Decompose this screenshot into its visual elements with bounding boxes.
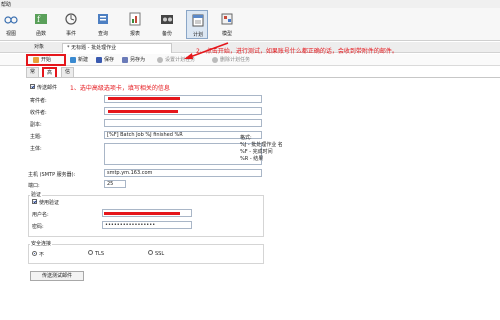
security-group-title: 安全连接: [30, 240, 53, 247]
host-label: 主机 (SMTP 服务器):: [28, 172, 76, 178]
password-label: 密码:: [32, 224, 44, 230]
username-label: 用户名:: [32, 212, 49, 218]
tab-advanced[interactable]: 高级: [42, 67, 58, 85]
send-email-checkbox[interactable]: 传送邮件: [30, 84, 57, 91]
annotation-step2: 2、点击开始，进行测试，如果账号什么都正确的话，会收到带附件的邮件。: [196, 48, 398, 55]
tab-general[interactable]: 常规: [26, 67, 40, 84]
format-line: %R - 结果: [240, 156, 264, 162]
security-ssl-radio[interactable]: SSL: [148, 250, 164, 257]
format-line: %F - 完成时间: [240, 149, 273, 155]
format-title: 格式:: [240, 135, 252, 141]
security-tls-radio[interactable]: TLS: [88, 250, 104, 257]
advanced-panel: 传送邮件 1、选中高级选项卡，填写相关的信息 寄件者: 收件者: 副本: 主题:…: [26, 77, 500, 320]
security-group: [28, 244, 264, 264]
annotation-step1: 1、选中高级选项卡，填写相关的信息: [70, 85, 170, 92]
checkbox-icon: [32, 199, 37, 204]
password-input[interactable]: •••••••••••••••••: [102, 221, 192, 229]
subject-input[interactable]: [%F] Batch Job %J finished %R: [104, 131, 262, 139]
host-input[interactable]: smtp.ym.163.com: [104, 169, 262, 177]
redaction-mark: [104, 212, 180, 215]
radio-icon: [148, 250, 153, 255]
redaction-mark: [108, 97, 180, 100]
use-auth-checkbox[interactable]: 使用验证: [32, 199, 59, 206]
send-test-email-button[interactable]: 传送测试邮件: [30, 271, 84, 281]
port-label: 端口:: [28, 183, 40, 189]
auth-group-title: 验证: [30, 191, 43, 198]
recipient-label: 收件者:: [30, 110, 47, 116]
redaction-mark: [108, 110, 178, 113]
sender-label: 寄件者:: [30, 98, 47, 104]
port-input[interactable]: 25: [104, 180, 126, 188]
cc-input[interactable]: [104, 119, 262, 127]
checkbox-icon: [30, 84, 35, 89]
radio-icon: [32, 251, 37, 256]
body-textarea[interactable]: [104, 143, 262, 165]
cc-label: 副本:: [30, 122, 42, 128]
format-line: %J - 批处理作业 名: [240, 142, 283, 148]
subject-label: 主题:: [30, 134, 42, 140]
body-label: 主体:: [30, 146, 42, 152]
security-none-radio[interactable]: 不: [32, 251, 44, 258]
radio-icon: [88, 250, 93, 255]
tab-log[interactable]: 信息日志: [61, 67, 75, 102]
